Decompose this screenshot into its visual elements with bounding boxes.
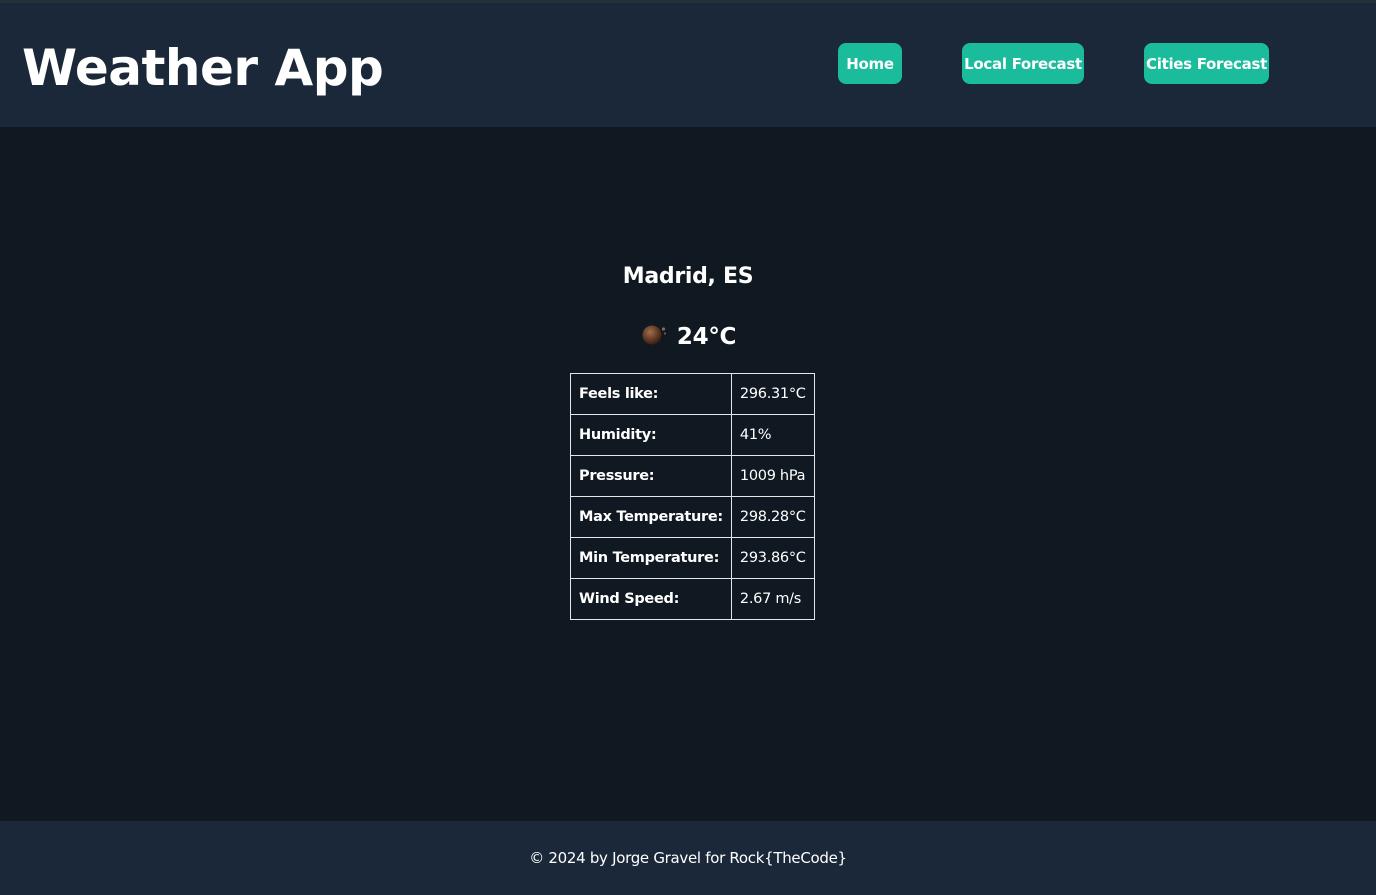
table-row: Max Temperature: 298.28°C [570,496,815,538]
detail-value: 298.28°C [730,496,815,538]
detail-value: 1009 hPa [730,455,815,497]
table-row: Feels like: 296.31°C [570,373,815,415]
app-header: Weather App Home Local Forecast Cities F… [0,3,1376,127]
detail-label: Wind Speed: [570,578,732,620]
current-temperature: 24°C [676,324,737,350]
table-row: Pressure: 1009 hPa [570,455,815,497]
detail-value: 2.67 m/s [730,578,815,620]
detail-value: 293.86°C [730,537,815,579]
detail-label: Max Temperature: [570,496,732,538]
table-row: Wind Speed: 2.67 m/s [570,578,815,620]
city-name: Madrid, ES [622,264,754,289]
detail-label: Min Temperature: [570,537,732,579]
table-row: Humidity: 41% [570,414,815,456]
page-footer: © 2024 by Jorge Gravel for Rock{TheCode} [0,821,1376,895]
weather-details-table: Feels like: 296.31°C Humidity: 41% Press… [570,373,815,620]
current-temperature-row: 24°C [0,324,1376,350]
detail-label: Feels like: [570,373,732,415]
detail-label: Humidity: [570,414,732,456]
weather-condition-icon [640,321,668,347]
nav-local-forecast-button[interactable]: Local Forecast [962,43,1084,84]
main-content: Madrid, ES 24°C Feels like: 296.31°C Hum… [0,127,1376,821]
detail-value: 41% [730,414,815,456]
detail-value: 296.31°C [730,373,815,415]
detail-label: Pressure: [570,455,732,497]
app-title: Weather App [22,39,384,97]
footer-copyright: © 2024 by Jorge Gravel for Rock{TheCode} [529,849,847,867]
nav-cities-forecast-button[interactable]: Cities Forecast [1144,43,1269,84]
table-row: Min Temperature: 293.86°C [570,537,815,579]
nav-home-button[interactable]: Home [838,43,902,84]
